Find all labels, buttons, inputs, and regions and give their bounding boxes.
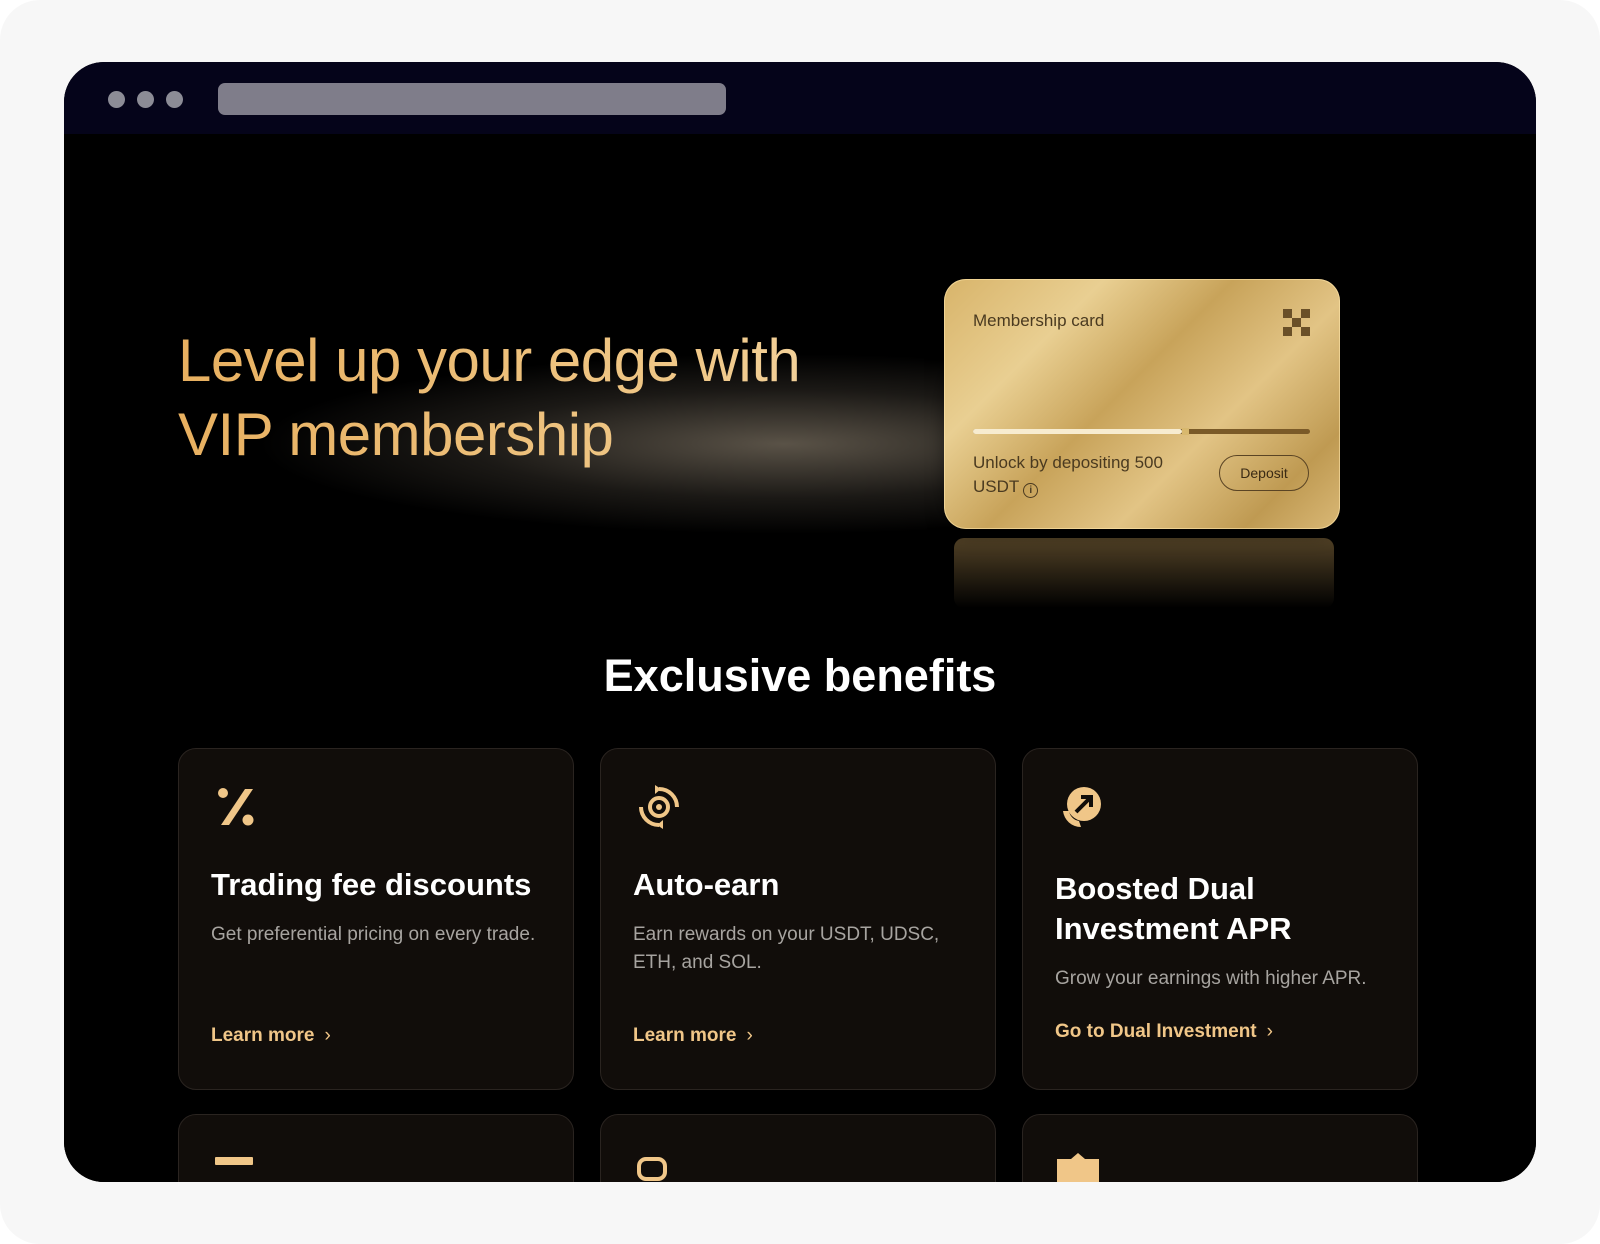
chevron-right-icon: › <box>746 1025 753 1046</box>
hero-title-line2: VIP membership <box>178 401 614 468</box>
benefit-description: Earn rewards on your USDT, UDSC, ETH, an… <box>633 924 940 973</box>
link-label: Go to Dual Investment <box>1055 1021 1257 1042</box>
benefit-card-trading-fee: Trading fee discounts Get preferential p… <box>178 748 574 1090</box>
unlock-text: Unlock by depositing 500 USDT i <box>973 451 1193 499</box>
benefit-card-partial <box>600 1114 996 1182</box>
okx-logo-icon <box>1283 309 1310 336</box>
benefit-card-partial <box>1022 1114 1418 1182</box>
page-content: Level up your edge with VIP membership M… <box>64 134 1536 1182</box>
benefit-card-auto-earn: Auto-earn Earn rewards on your USDT, UDS… <box>600 748 996 1090</box>
chevron-right-icon: › <box>324 1025 331 1046</box>
benefit-title: Auto-earn <box>633 867 780 902</box>
benefit-card-dual-investment: Boosted Dual Investment APR Grow your ea… <box>1022 748 1418 1090</box>
chat-icon <box>637 1157 667 1181</box>
benefit-title: Boosted Dual Investment APR <box>1055 871 1292 946</box>
unlock-label: Unlock by depositing 500 USDT <box>973 453 1163 496</box>
hero-title: Level up your edge with VIP membership <box>178 324 938 472</box>
benefits-title: Exclusive benefits <box>603 650 997 701</box>
deposit-progress-bar <box>973 428 1310 435</box>
benefit-card-partial <box>178 1114 574 1182</box>
card-reflection <box>954 538 1334 608</box>
benefit-title: Trading fee discounts <box>211 867 532 902</box>
link-label: Learn more <box>633 1025 737 1046</box>
window-dot-icon[interactable] <box>137 91 154 108</box>
learn-more-link[interactable]: Learn more › <box>211 1025 331 1047</box>
benefit-description: Get preferential pricing on every trade. <box>211 924 536 945</box>
hero-title-line1: Level up your edge with <box>178 327 801 394</box>
boost-arrow-icon <box>1063 787 1101 828</box>
benefit-description: Grow your earnings with higher APR. <box>1055 968 1367 989</box>
bar-icon <box>215 1157 253 1165</box>
page-frame: Level up your edge with VIP membership M… <box>0 0 1600 1244</box>
learn-more-link[interactable]: Learn more › <box>633 1025 753 1047</box>
gift-icon <box>1057 1153 1099 1182</box>
window-dot-icon[interactable] <box>108 91 125 108</box>
membership-card: Membership card Unlock by depositing 500… <box>944 279 1340 529</box>
auto-earn-icon <box>639 785 679 829</box>
browser-window: Level up your edge with VIP membership M… <box>64 62 1536 1182</box>
deposit-progress-fill <box>973 429 1182 434</box>
chevron-right-icon: › <box>1266 1021 1273 1042</box>
deposit-button[interactable]: Deposit <box>1219 455 1309 491</box>
dual-investment-link[interactable]: Go to Dual Investment › <box>1055 1021 1273 1043</box>
info-icon[interactable]: i <box>1023 483 1039 498</box>
browser-topbar <box>64 62 1536 134</box>
link-label: Learn more <box>211 1025 315 1046</box>
membership-card-label: Membership card <box>973 311 1105 330</box>
percent-icon <box>218 788 254 826</box>
window-dot-icon[interactable] <box>166 91 183 108</box>
address-bar[interactable] <box>218 83 726 115</box>
